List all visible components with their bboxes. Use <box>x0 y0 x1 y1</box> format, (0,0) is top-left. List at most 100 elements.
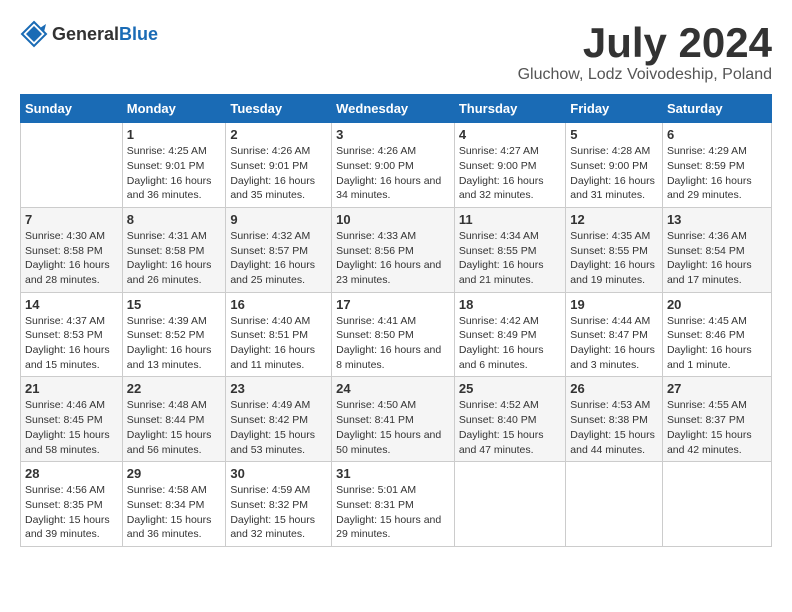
day-info: Sunrise: 4:26 AM Sunset: 9:01 PM Dayligh… <box>230 144 327 203</box>
calendar-cell: 23 Sunrise: 4:49 AM Sunset: 8:42 PM Dayli… <box>226 377 332 462</box>
col-header-friday: Friday <box>566 95 663 123</box>
day-info: Sunrise: 4:56 AM Sunset: 8:35 PM Dayligh… <box>25 483 118 542</box>
day-number: 17 <box>336 297 450 312</box>
calendar-cell: 8 Sunrise: 4:31 AM Sunset: 8:58 PM Daylig… <box>122 207 226 292</box>
day-number: 28 <box>25 466 118 481</box>
calendar-cell: 20Sunrise: 4:45 AM Sunset: 8:46 PM Dayli… <box>662 292 771 377</box>
calendar-week-row: 1 Sunrise: 4:25 AM Sunset: 9:01 PM Daylig… <box>21 123 772 208</box>
day-number: 4 <box>459 127 561 142</box>
day-info: Sunrise: 4:32 AM Sunset: 8:57 PM Dayligh… <box>230 229 327 288</box>
main-title: July 2024 <box>518 20 772 66</box>
day-number: 11 <box>459 212 561 227</box>
day-info: Sunrise: 4:48 AM Sunset: 8:44 PM Dayligh… <box>127 398 222 457</box>
day-number: 8 <box>127 212 222 227</box>
calendar-cell: 11 Sunrise: 4:34 AM Sunset: 8:55 PM Dayli… <box>454 207 565 292</box>
day-number: 5 <box>570 127 658 142</box>
day-info: Sunrise: 4:52 AM Sunset: 8:40 PM Dayligh… <box>459 398 561 457</box>
day-number: 18 <box>459 297 561 312</box>
title-area: July 2024 Gluchow, Lodz Voivodeship, Pol… <box>518 20 772 84</box>
day-number: 1 <box>127 127 222 142</box>
calendar-cell: 4 Sunrise: 4:27 AM Sunset: 9:00 PM Daylig… <box>454 123 565 208</box>
logo-blue: Blue <box>119 24 158 45</box>
calendar-cell: 10 Sunrise: 4:33 AM Sunset: 8:56 PM Dayli… <box>332 207 455 292</box>
calendar-week-row: 7Sunrise: 4:30 AM Sunset: 8:58 PM Daylig… <box>21 207 772 292</box>
calendar-cell: 15 Sunrise: 4:39 AM Sunset: 8:52 PM Dayli… <box>122 292 226 377</box>
day-info: Sunrise: 4:41 AM Sunset: 8:50 PM Dayligh… <box>336 314 450 373</box>
calendar-cell: 28 Sunrise: 4:56 AM Sunset: 8:35 PM Dayli… <box>21 462 123 547</box>
calendar-cell: 9Sunrise: 4:32 AM Sunset: 8:57 PM Daylig… <box>226 207 332 292</box>
day-number: 12 <box>570 212 658 227</box>
col-header-thursday: Thursday <box>454 95 565 123</box>
calendar-cell: 13Sunrise: 4:36 AM Sunset: 8:54 PM Dayli… <box>662 207 771 292</box>
calendar-cell: 19Sunrise: 4:44 AM Sunset: 8:47 PM Dayli… <box>566 292 663 377</box>
calendar-week-row: 28 Sunrise: 4:56 AM Sunset: 8:35 PM Dayli… <box>21 462 772 547</box>
calendar-cell: 2 Sunrise: 4:26 AM Sunset: 9:01 PM Daylig… <box>226 123 332 208</box>
day-number: 23 <box>230 381 327 396</box>
logo-general: General <box>52 24 119 45</box>
col-header-tuesday: Tuesday <box>226 95 332 123</box>
day-info: Sunrise: 4:34 AM Sunset: 8:55 PM Dayligh… <box>459 229 561 288</box>
calendar-cell: 21Sunrise: 4:46 AM Sunset: 8:45 PM Dayli… <box>21 377 123 462</box>
calendar-week-row: 14 Sunrise: 4:37 AM Sunset: 8:53 PM Dayli… <box>21 292 772 377</box>
day-info: Sunrise: 4:27 AM Sunset: 9:00 PM Dayligh… <box>459 144 561 203</box>
day-info: Sunrise: 4:58 AM Sunset: 8:34 PM Dayligh… <box>127 483 222 542</box>
calendar-cell: 22 Sunrise: 4:48 AM Sunset: 8:44 PM Dayli… <box>122 377 226 462</box>
calendar-cell: 26 Sunrise: 4:53 AM Sunset: 8:38 PM Dayli… <box>566 377 663 462</box>
day-number: 29 <box>127 466 222 481</box>
day-info: Sunrise: 4:50 AM Sunset: 8:41 PM Dayligh… <box>336 398 450 457</box>
day-info: Sunrise: 4:25 AM Sunset: 9:01 PM Dayligh… <box>127 144 222 203</box>
day-info: Sunrise: 4:49 AM Sunset: 8:42 PM Dayligh… <box>230 398 327 457</box>
calendar-cell <box>21 123 123 208</box>
logo: General Blue <box>20 20 158 48</box>
calendar-cell: 29 Sunrise: 4:58 AM Sunset: 8:34 PM Dayli… <box>122 462 226 547</box>
calendar-cell: 31Sunrise: 5:01 AM Sunset: 8:31 PM Dayli… <box>332 462 455 547</box>
day-number: 6 <box>667 127 767 142</box>
day-info: Sunrise: 4:37 AM Sunset: 8:53 PM Dayligh… <box>25 314 118 373</box>
col-header-wednesday: Wednesday <box>332 95 455 123</box>
col-header-saturday: Saturday <box>662 95 771 123</box>
calendar-cell <box>454 462 565 547</box>
calendar-cell: 24 Sunrise: 4:50 AM Sunset: 8:41 PM Dayli… <box>332 377 455 462</box>
day-info: Sunrise: 4:42 AM Sunset: 8:49 PM Dayligh… <box>459 314 561 373</box>
day-info: Sunrise: 4:31 AM Sunset: 8:58 PM Dayligh… <box>127 229 222 288</box>
calendar-cell: 18 Sunrise: 4:42 AM Sunset: 8:49 PM Dayli… <box>454 292 565 377</box>
calendar-cell: 7Sunrise: 4:30 AM Sunset: 8:58 PM Daylig… <box>21 207 123 292</box>
calendar-week-row: 21Sunrise: 4:46 AM Sunset: 8:45 PM Dayli… <box>21 377 772 462</box>
calendar-cell: 30Sunrise: 4:59 AM Sunset: 8:32 PM Dayli… <box>226 462 332 547</box>
col-header-sunday: Sunday <box>21 95 123 123</box>
day-info: Sunrise: 4:53 AM Sunset: 8:38 PM Dayligh… <box>570 398 658 457</box>
day-number: 19 <box>570 297 658 312</box>
day-number: 27 <box>667 381 767 396</box>
day-info: Sunrise: 4:26 AM Sunset: 9:00 PM Dayligh… <box>336 144 450 203</box>
calendar-cell: 25 Sunrise: 4:52 AM Sunset: 8:40 PM Dayli… <box>454 377 565 462</box>
calendar-cell: 12 Sunrise: 4:35 AM Sunset: 8:55 PM Dayli… <box>566 207 663 292</box>
day-number: 14 <box>25 297 118 312</box>
calendar-cell: 6 Sunrise: 4:29 AM Sunset: 8:59 PM Daylig… <box>662 123 771 208</box>
calendar-cell: 14 Sunrise: 4:37 AM Sunset: 8:53 PM Dayli… <box>21 292 123 377</box>
day-number: 25 <box>459 381 561 396</box>
day-info: Sunrise: 4:30 AM Sunset: 8:58 PM Dayligh… <box>25 229 118 288</box>
day-number: 20 <box>667 297 767 312</box>
day-number: 10 <box>336 212 450 227</box>
day-info: Sunrise: 4:35 AM Sunset: 8:55 PM Dayligh… <box>570 229 658 288</box>
subtitle: Gluchow, Lodz Voivodeship, Poland <box>518 66 772 84</box>
day-info: Sunrise: 4:39 AM Sunset: 8:52 PM Dayligh… <box>127 314 222 373</box>
day-number: 26 <box>570 381 658 396</box>
header-row: SundayMondayTuesdayWednesdayThursdayFrid… <box>21 95 772 123</box>
calendar-cell <box>566 462 663 547</box>
day-number: 3 <box>336 127 450 142</box>
day-info: Sunrise: 4:29 AM Sunset: 8:59 PM Dayligh… <box>667 144 767 203</box>
calendar-cell: 27 Sunrise: 4:55 AM Sunset: 8:37 PM Dayli… <box>662 377 771 462</box>
day-info: Sunrise: 4:55 AM Sunset: 8:37 PM Dayligh… <box>667 398 767 457</box>
day-number: 16 <box>230 297 327 312</box>
day-number: 22 <box>127 381 222 396</box>
day-info: Sunrise: 4:33 AM Sunset: 8:56 PM Dayligh… <box>336 229 450 288</box>
day-number: 2 <box>230 127 327 142</box>
day-info: Sunrise: 5:01 AM Sunset: 8:31 PM Dayligh… <box>336 483 450 542</box>
logo-icon <box>20 20 48 48</box>
day-info: Sunrise: 4:40 AM Sunset: 8:51 PM Dayligh… <box>230 314 327 373</box>
day-number: 21 <box>25 381 118 396</box>
calendar-table: SundayMondayTuesdayWednesdayThursdayFrid… <box>20 94 772 547</box>
day-number: 15 <box>127 297 222 312</box>
day-number: 24 <box>336 381 450 396</box>
